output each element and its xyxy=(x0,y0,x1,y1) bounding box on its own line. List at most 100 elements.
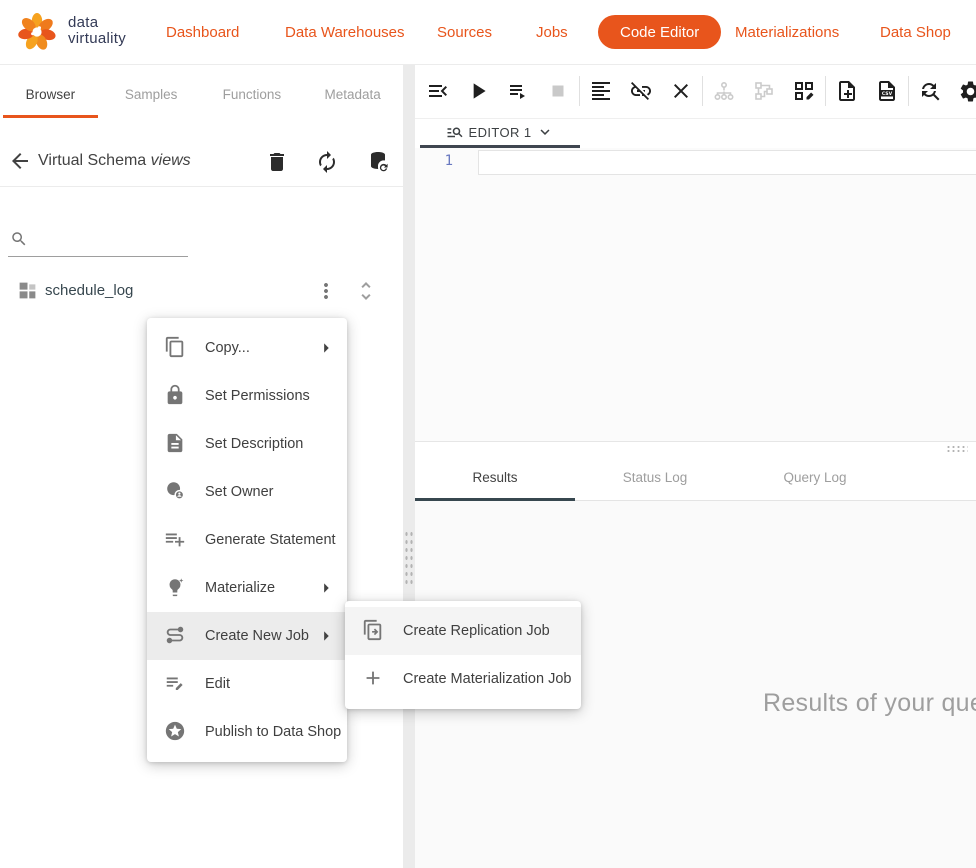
menu-item-label: Materialize xyxy=(205,580,275,596)
nav-jobs[interactable]: Jobs xyxy=(536,0,568,64)
csv-export-icon[interactable]: CSV xyxy=(867,71,907,111)
submenu-item-create-replication-job[interactable]: Create Replication Job xyxy=(345,607,581,655)
tab-editor-1[interactable]: EDITOR 1 xyxy=(420,119,580,148)
logo-flower-icon xyxy=(14,8,60,54)
run-query-play-icon[interactable] xyxy=(458,71,498,111)
chevron-down-icon[interactable] xyxy=(536,123,554,141)
splitter-grip xyxy=(946,445,968,453)
tab-metadata[interactable]: Metadata xyxy=(302,64,403,118)
nav-code-editor-active[interactable]: Code Editor xyxy=(598,15,721,49)
playlist-add-icon xyxy=(164,528,188,552)
results-tab-bar: Results Status Log Query Log xyxy=(415,455,976,501)
file-add-icon[interactable] xyxy=(827,71,867,111)
database-refresh-icon[interactable] xyxy=(366,150,390,174)
node-tree-icon xyxy=(704,71,744,111)
copy-arrow-icon xyxy=(362,619,386,643)
more-vert-icon[interactable] xyxy=(314,279,338,303)
trash-icon[interactable] xyxy=(265,150,289,174)
stop-icon xyxy=(538,71,578,111)
search-input[interactable] xyxy=(34,236,188,254)
route-icon xyxy=(164,624,188,648)
run-script-playlist-play-icon[interactable] xyxy=(498,71,538,111)
menu-item-label: Publish to Data Shop xyxy=(205,724,341,740)
logo-text: data virtuality xyxy=(68,15,126,47)
panel-splitter-vertical[interactable] xyxy=(403,64,415,868)
nav-data-warehouses[interactable]: Data Warehouses xyxy=(285,0,405,64)
editor-active-line[interactable] xyxy=(478,150,976,175)
menu-item-set-description[interactable]: Set Description xyxy=(147,420,347,468)
copy-icon xyxy=(164,336,188,360)
nav-data-shop[interactable]: Data Shop xyxy=(880,0,951,64)
toolbar-separator xyxy=(908,76,909,106)
menu-item-set-owner[interactable]: Set Owner xyxy=(147,468,347,516)
menu-item-publish-to-data-shop[interactable]: Publish to Data Shop xyxy=(147,708,347,756)
schema-header: Virtual Schema views xyxy=(0,118,403,187)
top-navigation-bar: data virtuality Dashboard Data Warehouse… xyxy=(0,0,976,65)
menu-item-create-new-job[interactable]: Create New Job xyxy=(147,612,347,660)
editor-tab-bar: EDITOR 1 xyxy=(415,119,976,148)
menu-item-materialize[interactable]: Materialize xyxy=(147,564,347,612)
submenu-item-label: Create Materialization Job xyxy=(403,671,571,687)
link-off-icon[interactable] xyxy=(621,71,661,111)
menu-item-label: Set Permissions xyxy=(205,388,310,404)
sidebar-tabs: Browser Samples Functions Metadata xyxy=(0,64,403,118)
schema-diagram-icon xyxy=(744,71,784,111)
tab-browser[interactable]: Browser xyxy=(0,64,101,118)
gear-icon[interactable] xyxy=(950,71,976,111)
menu-item-label: Generate Statement xyxy=(205,532,336,548)
app-window: data virtuality Dashboard Data Warehouse… xyxy=(0,0,976,868)
tab-samples[interactable]: Samples xyxy=(101,64,202,118)
menu-item-generate-statement[interactable]: Generate Statement xyxy=(147,516,347,564)
menu-item-label: Create New Job xyxy=(205,628,309,644)
nav-materializations[interactable]: Materializations xyxy=(735,0,839,64)
code-editor-area[interactable]: 1 xyxy=(415,148,976,441)
menu-item-label: Edit xyxy=(205,676,230,692)
playlist-edit-icon xyxy=(164,672,188,696)
tree-item-schedule-log[interactable]: schedule_log xyxy=(0,275,403,307)
context-menu: Copy... Set Permissions Set Description xyxy=(147,318,347,762)
brand-logo[interactable]: data virtuality xyxy=(14,8,126,54)
menu-item-label: Set Owner xyxy=(205,484,274,500)
tab-query-log[interactable]: Query Log xyxy=(735,455,895,500)
layout-edit-icon[interactable] xyxy=(784,71,824,111)
tab-functions[interactable]: Functions xyxy=(202,64,303,118)
submenu-item-create-materialization-job[interactable]: Create Materialization Job xyxy=(345,655,581,703)
line-number: 1 xyxy=(415,153,453,169)
refresh-icon[interactable] xyxy=(315,150,339,174)
lightbulb-sparkle-icon xyxy=(164,576,188,600)
search-icon xyxy=(10,230,28,248)
menu-collapse-icon[interactable] xyxy=(418,71,458,111)
format-align-left-icon[interactable] xyxy=(581,71,621,111)
tree-item-label: schedule_log xyxy=(45,282,133,299)
tab-results[interactable]: Results xyxy=(415,455,575,500)
star-circle-icon xyxy=(164,720,188,744)
owner-badge-icon xyxy=(164,480,188,504)
back-arrow-icon[interactable] xyxy=(8,149,32,173)
lock-icon xyxy=(164,384,188,408)
clear-close-icon[interactable] xyxy=(661,71,701,111)
menu-item-edit[interactable]: Edit xyxy=(147,660,347,708)
menu-item-label: Copy... xyxy=(205,340,250,356)
submenu-arrow-icon xyxy=(315,337,337,359)
table-icon xyxy=(17,280,38,301)
editor-toolbar: CSV xyxy=(415,64,976,119)
svg-text:CSV: CSV xyxy=(882,91,893,97)
toolbar-separator xyxy=(702,76,703,106)
submenu-arrow-icon xyxy=(315,577,337,599)
find-replace-icon[interactable] xyxy=(910,71,950,111)
manage-search-icon xyxy=(446,123,464,141)
toolbar-separator xyxy=(825,76,826,106)
menu-item-copy[interactable]: Copy... xyxy=(147,324,347,372)
results-placeholder-text: Results of your querie xyxy=(763,689,976,718)
plus-icon xyxy=(362,667,386,691)
nav-sources[interactable]: Sources xyxy=(437,0,492,64)
panel-splitter-horizontal[interactable] xyxy=(415,441,976,456)
nav-dashboard[interactable]: Dashboard xyxy=(166,0,239,64)
menu-item-set-permissions[interactable]: Set Permissions xyxy=(147,372,347,420)
unfold-more-icon[interactable] xyxy=(354,279,378,303)
tab-status-log[interactable]: Status Log xyxy=(575,455,735,500)
document-icon xyxy=(164,432,188,456)
submenu-arrow-icon xyxy=(315,625,337,647)
splitter-grip xyxy=(404,530,414,586)
submenu-item-label: Create Replication Job xyxy=(403,623,550,639)
